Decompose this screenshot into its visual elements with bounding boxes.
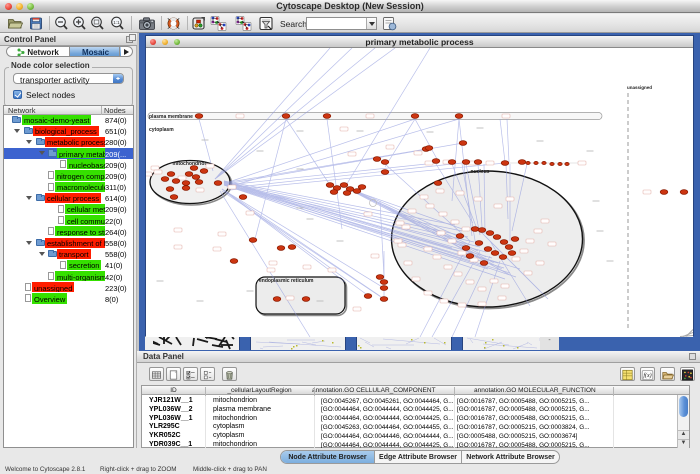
svg-text:endoplasmic reticulum: endoplasmic reticulum [259, 278, 314, 284]
svg-text:1:1: 1:1 [113, 20, 120, 25]
svg-text:f(x): f(x) [643, 372, 651, 379]
svg-text:cytoplasm: cytoplasm [149, 127, 174, 133]
svg-text:unassigned: unassigned [627, 85, 652, 90]
svg-text:nucleus: nucleus [471, 169, 490, 175]
svg-text:mitochondrion: mitochondrion [173, 161, 208, 167]
svg-text:plasma membrane: plasma membrane [149, 114, 193, 120]
